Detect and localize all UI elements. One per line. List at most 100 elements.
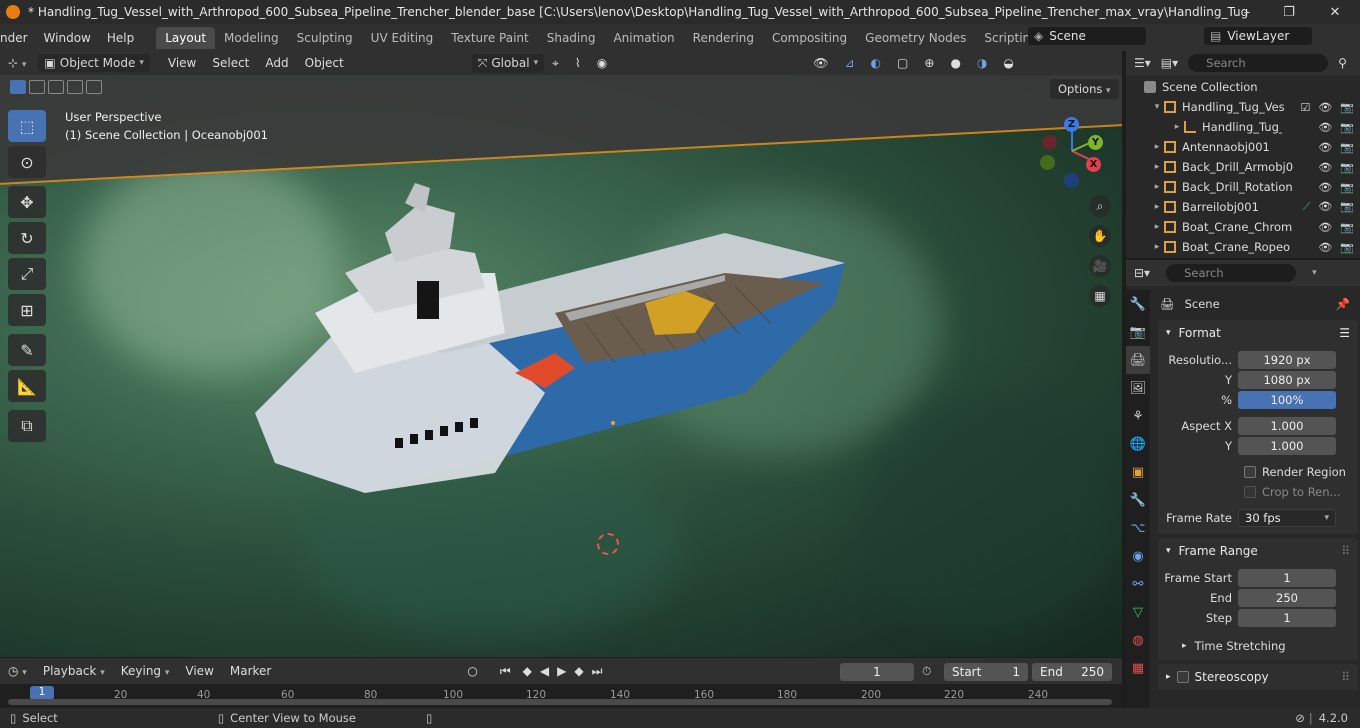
frame-range-panel-header[interactable]: ▾ Frame Range ⠿ xyxy=(1158,538,1358,564)
expand-right-icon[interactable]: ▸ xyxy=(1170,122,1184,132)
drag-handle-icon[interactable]: ⠿ xyxy=(1341,670,1350,684)
solid-shading-icon[interactable]: ● xyxy=(942,56,968,70)
camera-view-icon[interactable]: 🎥 xyxy=(1089,255,1111,277)
jump-end-icon[interactable]: ⏭ xyxy=(588,664,607,679)
axis-y-icon[interactable]: Y xyxy=(1088,135,1103,150)
outliner-row[interactable]: ▸ Back_Drill_Armobj0 👁 📷 xyxy=(1126,157,1360,177)
menu-render[interactable]: nder xyxy=(0,31,36,45)
display-mode-icon[interactable]: ▤▾ xyxy=(1161,56,1178,70)
stopwatch-icon[interactable]: ⏱ xyxy=(922,664,931,679)
tab-compositing[interactable]: Compositing xyxy=(763,27,856,49)
transform-orientation-dropdown[interactable]: ⤧ Global ▾ xyxy=(471,53,545,73)
particles-tab-icon[interactable]: ⌥ xyxy=(1126,514,1150,542)
3d-viewport[interactable]: User Perspective (1) Scene Collection | … xyxy=(0,75,1122,657)
mode-dropdown[interactable]: ▣ Object Mode ▾ xyxy=(38,54,150,72)
overlay-icon[interactable]: ◐ xyxy=(863,56,889,70)
annotate-tool-icon[interactable]: ✎ xyxy=(8,334,46,366)
vessel-model[interactable] xyxy=(245,163,855,503)
modifier-tab-icon[interactable]: 🔧 xyxy=(1126,486,1150,514)
camera-icon[interactable]: 📷 xyxy=(1340,141,1354,154)
expand-right-icon[interactable]: ▸ xyxy=(1150,222,1164,232)
playhead[interactable]: 1 xyxy=(30,686,54,700)
prev-keyframe-icon[interactable]: ◆ xyxy=(519,664,536,678)
eye-icon[interactable]: 👁 xyxy=(1318,241,1332,254)
chevron-down-icon[interactable]: ▾ xyxy=(1312,268,1317,278)
menu-keying[interactable]: Keying ▾ xyxy=(113,664,178,678)
editor-type-icon[interactable]: ⊹ ▾ xyxy=(0,56,34,70)
outliner-row[interactable]: ▸ Boat_Crane_Ropeo 👁 📷 xyxy=(1126,237,1360,257)
outliner-search-input[interactable]: Search xyxy=(1188,54,1329,72)
camera-icon[interactable]: 📷 xyxy=(1340,121,1354,134)
material-tab-icon[interactable]: ◍ xyxy=(1126,626,1150,654)
orthographic-toggle-icon[interactable]: ▦ xyxy=(1089,285,1111,307)
timeline-ruler[interactable]: 1 20 40 60 80 100 120 140 160 180 200 22… xyxy=(0,684,1122,708)
resolution-x-field[interactable]: 1920 px xyxy=(1238,351,1336,369)
outliner-row[interactable]: ▾ Handling_Tug_Ves ☑ 👁 📷 xyxy=(1126,97,1360,117)
scene-selector[interactable]: ◈ Scene xyxy=(1028,27,1146,45)
select-intersect-icon[interactable] xyxy=(86,80,102,94)
pivot-icon[interactable]: ⌖ xyxy=(544,56,567,71)
expand-right-icon[interactable]: ▸ xyxy=(1150,182,1164,192)
eye-icon[interactable]: 👁 xyxy=(1318,161,1332,174)
axis-neg-z-icon[interactable] xyxy=(1064,173,1079,188)
select-extend-icon[interactable] xyxy=(29,80,45,94)
end-frame-field[interactable]: End 250 xyxy=(1032,663,1112,681)
properties-editor-icon[interactable]: ⊟▾ xyxy=(1134,266,1150,280)
select-box-tool-icon[interactable]: ⬚ xyxy=(8,110,46,142)
expand-right-icon[interactable]: ▸ xyxy=(1150,162,1164,172)
menu-select[interactable]: Select xyxy=(204,56,257,70)
outliner-root[interactable]: Scene Collection xyxy=(1126,77,1360,97)
render-region-row[interactable]: Render Region xyxy=(1158,462,1358,482)
rotate-tool-icon[interactable]: ↻ xyxy=(8,222,46,254)
camera-icon[interactable]: 📷 xyxy=(1340,241,1354,254)
aspect-x-field[interactable]: 1.000 xyxy=(1238,417,1336,435)
select-new-icon[interactable] xyxy=(10,80,26,94)
camera-icon[interactable]: 📷 xyxy=(1340,221,1354,234)
stereoscopy-checkbox[interactable] xyxy=(1176,671,1189,683)
menu-timeline-view[interactable]: View xyxy=(177,664,221,678)
outliner-row[interactable]: ▸ Barreilobj001 ⟋ 👁 📷 xyxy=(1126,197,1360,217)
menu-object[interactable]: Object xyxy=(297,56,352,70)
resolution-y-field[interactable]: 1080 px xyxy=(1238,371,1336,389)
checkbox-icon[interactable]: ☑ xyxy=(1300,101,1310,114)
timeline-editor-icon[interactable]: ◷ ▾ xyxy=(0,664,35,678)
properties-search-input[interactable]: Search xyxy=(1166,264,1297,282)
eye-icon[interactable]: 👁 xyxy=(1318,181,1332,194)
eye-icon[interactable]: 👁 xyxy=(1318,121,1332,134)
tab-geometry-nodes[interactable]: Geometry Nodes xyxy=(856,27,975,49)
eye-icon[interactable]: 👁 xyxy=(1318,141,1332,154)
pan-hand-icon[interactable]: ✋ xyxy=(1089,225,1111,247)
minimize-button[interactable]: – xyxy=(1224,0,1270,24)
timeline-scrollbar[interactable] xyxy=(8,699,1112,705)
menu-view[interactable]: View xyxy=(160,56,204,70)
tab-modeling[interactable]: Modeling xyxy=(215,27,288,49)
gizmo-icon[interactable]: ⊿ xyxy=(836,56,862,70)
tool-tab-icon[interactable]: 🔧 xyxy=(1126,290,1150,318)
tab-sculpting[interactable]: Sculpting xyxy=(288,27,362,49)
crop-checkbox[interactable] xyxy=(1244,486,1256,498)
camera-icon[interactable]: 📷 xyxy=(1340,161,1354,174)
menu-marker[interactable]: Marker xyxy=(222,664,279,678)
camera-icon[interactable]: 📷 xyxy=(1340,101,1354,114)
tab-layout[interactable]: Layout xyxy=(156,26,216,49)
next-keyframe-icon[interactable]: ◆ xyxy=(570,664,587,678)
material-shading-icon[interactable]: ◑ xyxy=(969,56,995,70)
tab-rendering[interactable]: Rendering xyxy=(684,27,763,49)
render-shading-icon[interactable]: ◒ xyxy=(995,56,1021,70)
scale-tool-icon[interactable]: ⤢ xyxy=(8,258,46,290)
object-tab-icon[interactable]: ▣ xyxy=(1126,458,1150,486)
filter-icon[interactable]: ⚲ xyxy=(1338,56,1347,70)
proportional-edit-icon[interactable]: ◉ xyxy=(589,56,615,70)
zoom-icon[interactable]: ⌕ xyxy=(1089,195,1111,217)
xray-icon[interactable]: ▢ xyxy=(889,56,916,70)
axis-neg-x-icon[interactable] xyxy=(1042,135,1057,150)
presets-icon[interactable]: ☰ xyxy=(1339,326,1350,340)
drag-handle-icon[interactable]: ⠿ xyxy=(1341,544,1350,558)
resolution-percent-slider[interactable]: 100% xyxy=(1238,391,1336,409)
axis-neg-y-icon[interactable] xyxy=(1040,155,1055,170)
options-dropdown[interactable]: Options ▾ xyxy=(1050,79,1119,99)
start-frame-field[interactable]: Start 1 xyxy=(944,663,1028,681)
3d-cursor-icon[interactable] xyxy=(597,533,619,555)
physics-tab-icon[interactable]: ◉ xyxy=(1126,542,1150,570)
world-tab-icon[interactable]: 🌐 xyxy=(1126,430,1150,458)
